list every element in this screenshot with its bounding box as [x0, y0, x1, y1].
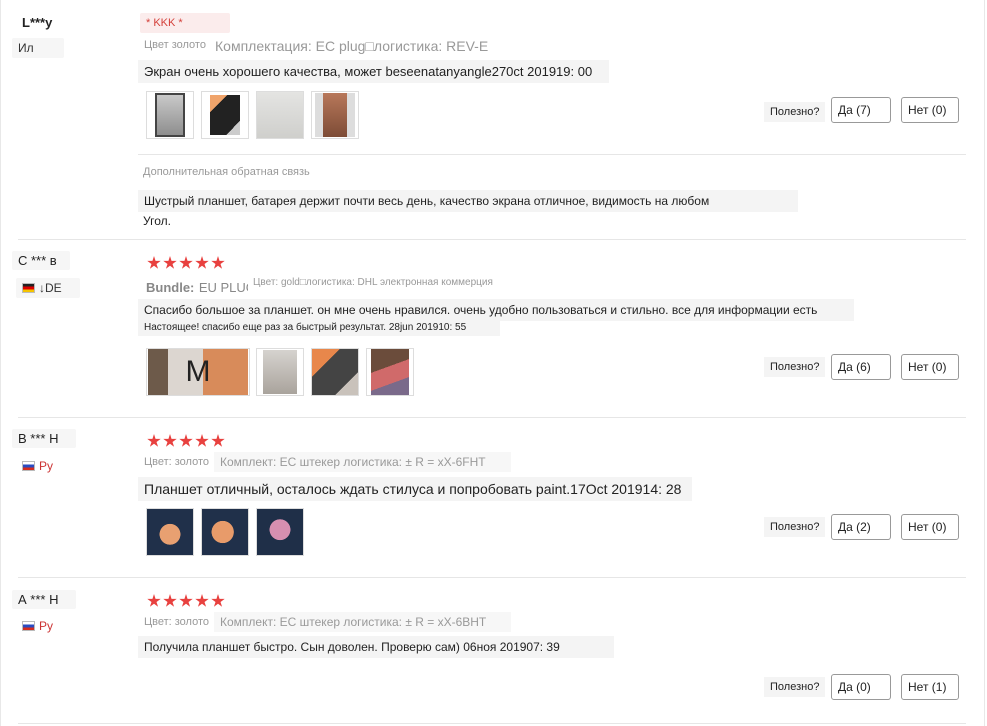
divider [138, 154, 966, 155]
review-text: Экран очень хорошего качества, может bes… [138, 60, 609, 83]
review-color: Цвет: золото [144, 616, 210, 628]
review-photo[interactable] [146, 91, 194, 139]
star-icon [211, 434, 225, 447]
helpful-no-button[interactable]: Нет (0) [901, 514, 959, 540]
star-icon [147, 434, 161, 447]
reviewer-country: Ру [16, 616, 59, 636]
bundle-value: EU PLUG [198, 280, 248, 295]
review-color: Цвет золото [144, 39, 206, 51]
star-icon [195, 594, 209, 607]
review-bundle: Bundle: EU PLUG [146, 279, 248, 297]
helpful-yes-button[interactable]: Да (7) [831, 97, 891, 123]
tablet-open-photo-icon: M [148, 349, 248, 395]
reviewer-name: В *** Н [12, 429, 76, 448]
rating-stars [147, 256, 225, 270]
star-icon [163, 434, 177, 447]
tablet-photo-icon [257, 509, 303, 555]
star-icon [179, 594, 193, 607]
review-photo[interactable]: M [146, 348, 250, 396]
russia-flag-icon [22, 621, 35, 631]
rating-stars [147, 434, 225, 448]
helpful-label: Полезно? [764, 677, 826, 697]
country-label: ↓DE [39, 281, 62, 295]
review-photo[interactable] [201, 91, 249, 139]
review-photo[interactable] [201, 508, 249, 556]
review-text-cont: Настоящее! спасибо еще раз за быстрый ре… [138, 319, 500, 336]
helpful-yes-button[interactable]: Да (6) [831, 354, 891, 380]
followup-label: Дополнительная обратная связь [143, 166, 310, 178]
country-label: Ру [39, 459, 54, 473]
tablet-box-photo-icon [210, 95, 240, 135]
review-text: Планшет отличный, осталось ждать стилуса… [138, 477, 692, 501]
review-photo[interactable] [256, 508, 304, 556]
star-icon [195, 434, 209, 447]
reviewer-country: ↓DE [16, 278, 80, 298]
review-config: Комплектация: EC plug□логистика: REV-E [215, 38, 489, 54]
russia-flag-icon [22, 461, 35, 471]
tablet-photo-icon [147, 509, 193, 555]
review-color: Цвет: золото [144, 456, 210, 468]
review-text: Спасибо большое за планшет. он мне очень… [138, 299, 854, 321]
review-tag: * KKK * [140, 13, 230, 33]
reviewer-name: С *** в [12, 251, 70, 270]
star-icon [163, 256, 177, 269]
helpful-label: Полезно? [764, 357, 826, 377]
review-config: Комплект: EC штекер логистика: ± R = xX-… [214, 612, 511, 632]
helpful-label: Полезно? [764, 102, 826, 122]
helpful-no-button[interactable]: Нет (0) [901, 354, 959, 380]
review-photo[interactable] [311, 91, 359, 139]
tablet-photo-icon [155, 93, 185, 137]
star-icon [147, 594, 161, 607]
helpful-label: Полезно? [764, 517, 826, 537]
reviewer-name: L***y [22, 15, 53, 30]
review-divider [18, 239, 966, 240]
review-photo[interactable] [256, 348, 304, 396]
reviewer-name: А *** Н [12, 590, 76, 609]
followup-text: Шустрый планшет, батарея держит почти ве… [138, 190, 798, 212]
helpful-yes-button[interactable]: Да (0) [831, 674, 891, 700]
star-icon [211, 594, 225, 607]
review-photo[interactable] [256, 91, 304, 139]
star-icon [147, 256, 161, 269]
tablet-photo-icon [202, 509, 248, 555]
review-divider [18, 417, 966, 418]
germany-flag-icon [22, 283, 35, 293]
review-config: Комплект: EC штекер логистика: ± R = xX-… [214, 452, 511, 472]
box-photo-icon [263, 350, 297, 394]
helpful-no-button[interactable]: Нет (0) [901, 97, 959, 123]
review-photo[interactable] [311, 348, 359, 396]
review-photo[interactable] [146, 508, 194, 556]
helpful-no-button[interactable]: Нет (1) [901, 674, 959, 700]
photo-letter: M [185, 355, 211, 388]
star-icon [211, 256, 225, 269]
star-icon [179, 256, 193, 269]
tablet-back-photo-icon [315, 93, 355, 137]
country-label: Ил [18, 41, 34, 55]
review-config: Цвет: gold□логистика: DHL электронная ко… [253, 277, 493, 288]
review-photo[interactable] [366, 348, 414, 396]
star-icon [195, 256, 209, 269]
star-icon [163, 594, 177, 607]
tablet-screen-photo-icon [371, 349, 409, 395]
box-photo-icon [257, 92, 303, 138]
bundle-label: Bundle: [146, 280, 195, 295]
reviewer-country: Ил [12, 38, 64, 58]
rating-stars [147, 594, 225, 608]
tablet-photo-icon [312, 349, 358, 395]
reviewer-country: Ру [16, 456, 59, 476]
star-icon [179, 434, 193, 447]
country-label: Ру [39, 619, 54, 633]
helpful-yes-button[interactable]: Да (2) [831, 514, 891, 540]
review-divider [18, 723, 966, 724]
review-divider [18, 577, 966, 578]
followup-text-cont: Угол. [143, 214, 171, 228]
review-text: Получила планшет быстро. Сын доволен. Пр… [138, 636, 614, 658]
